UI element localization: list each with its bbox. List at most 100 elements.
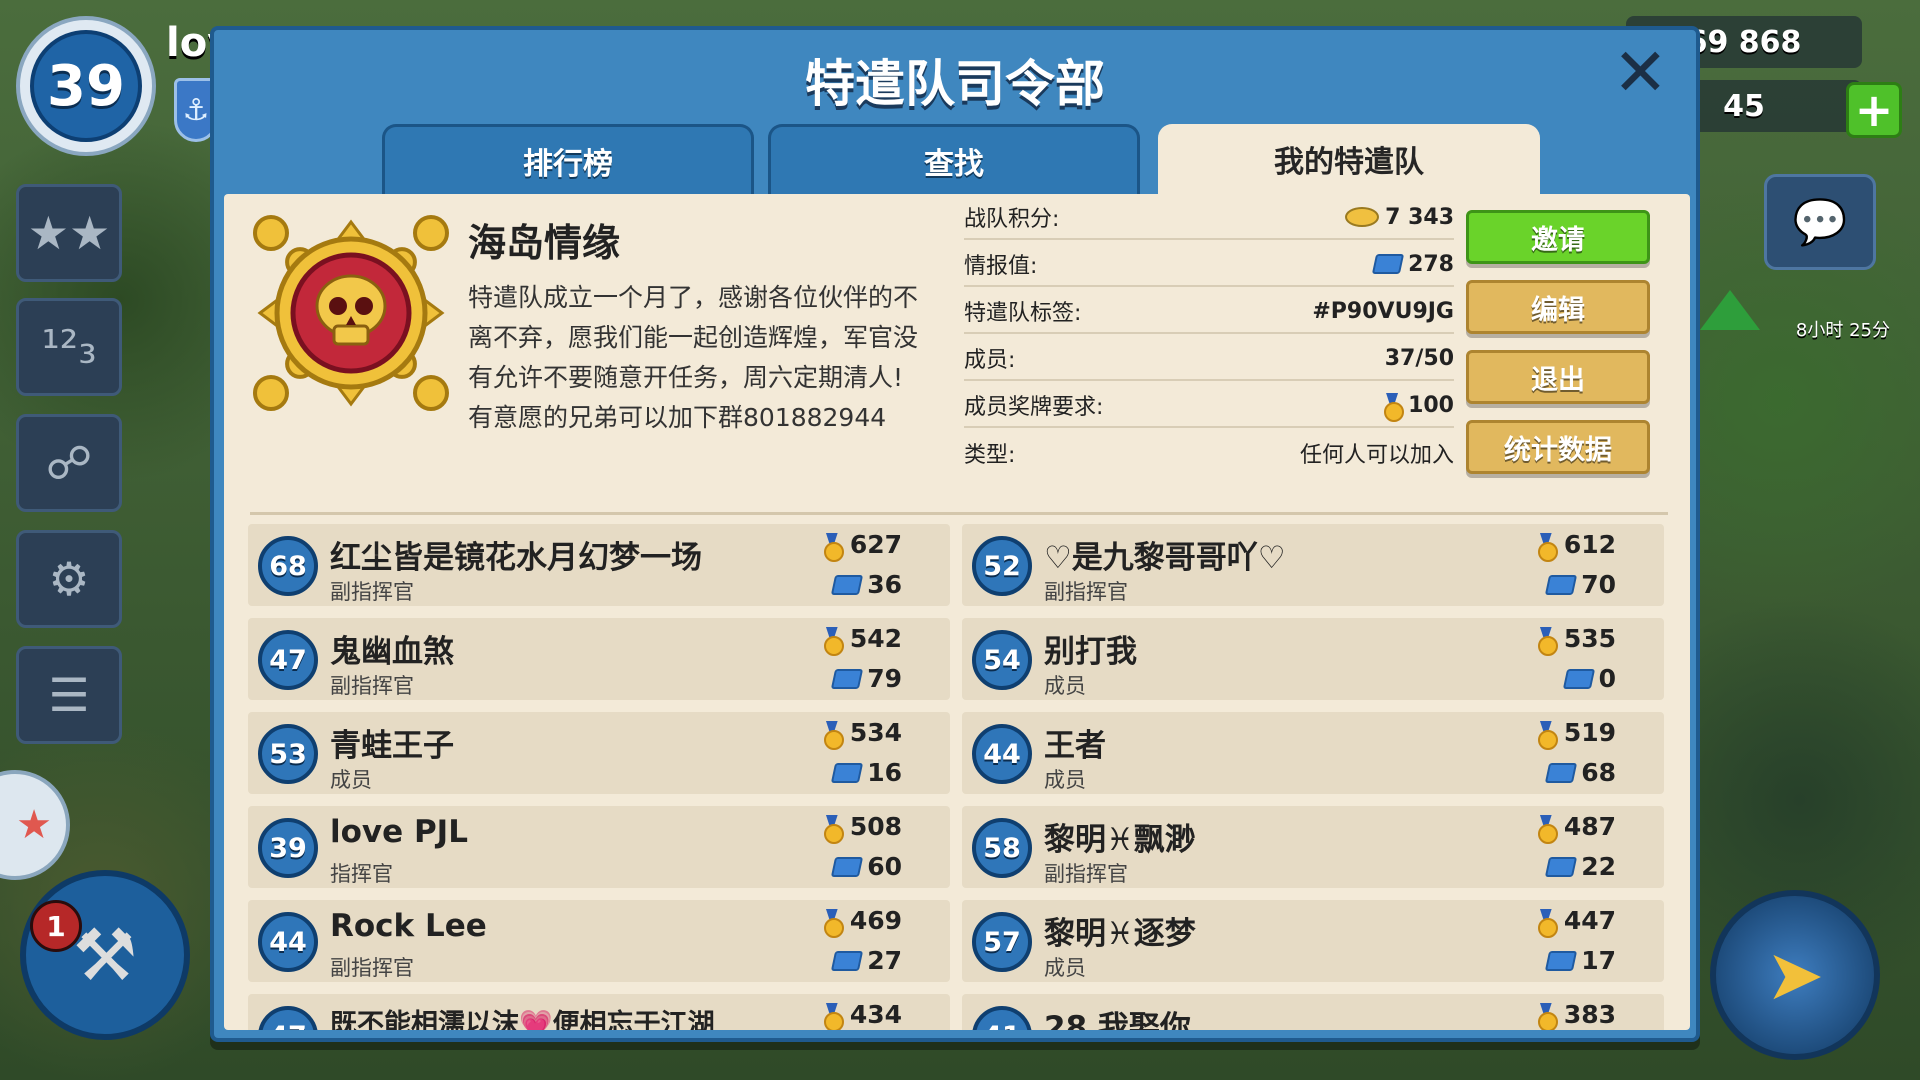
medal-icon [1536,909,1558,938]
intel-icon [1562,668,1595,689]
member-name: 青蛙王子 [330,728,454,764]
member-name: 28 我娶你 [1044,1010,1191,1030]
member-medals: 535 [1563,624,1616,653]
member-role: 成员 [1044,956,1086,980]
info-value: 7 343 [1385,204,1454,230]
member-row[interactable]: 53 青蛙王子 成员 534 16 [248,712,950,794]
member-role: 副指挥官 [1044,580,1128,604]
member-intel: 17 [1581,946,1616,975]
info-value: 100 [1408,392,1454,418]
builder-count-badge: 1 [30,900,82,952]
info-value: #P90VU9JG [1312,298,1454,324]
member-row[interactable]: 68 红尘皆是镜花水月幻梦一场 副指挥官 627 36 [248,524,950,606]
member-row[interactable]: 47 鬼幽血煞 副指挥官 542 79 [248,618,950,700]
member-level-badge: 68 [258,536,318,596]
medal-icon [1536,815,1558,844]
member-row[interactable]: 54 别打我 成员 535 0 [962,618,1664,700]
chat-icon[interactable]: 💬 [1764,174,1876,270]
intel-icon [1545,856,1578,877]
member-level-badge: 58 [972,818,1032,878]
upgrade-arrow-icon [1700,290,1760,330]
member-name: 鬼幽血煞 [330,634,454,670]
medal-icon [822,909,844,938]
statistics-button[interactable]: 统计数据 [1466,420,1650,474]
build-timer: 8小时 25分 [1795,320,1890,341]
member-row[interactable]: 47 既不能相濡以沫💗便相忘于江湖 434 [248,994,950,1030]
crew-description: 特遣队成立一个月了，感谢各位伙伴的不离不弃，愿我们能一起创造辉煌，军官没有允许不… [468,283,919,432]
member-row[interactable]: 58 黎明♓飘渺 副指挥官 487 22 [962,806,1664,888]
intel-icon [831,762,864,783]
member-level-badge: 44 [258,912,318,972]
settings-gear-icon[interactable]: ⚙ [16,530,122,628]
info-row-medal-requirement: 成员奖牌要求: 100 [964,384,1454,428]
crew-name: 海岛情缘 [468,221,621,265]
member-medals: 487 [1563,812,1616,841]
member-level-badge: 47 [258,630,318,690]
member-name: 别打我 [1044,634,1137,670]
ranking-123-icon[interactable]: ¹²₃ [16,298,122,396]
member-row[interactable]: 39 love PJL 指挥官 508 60 [248,806,950,888]
member-medals: 434 [849,1000,902,1029]
member-row[interactable]: 44 王者 成员 519 68 [962,712,1664,794]
member-medals: 534 [849,718,902,747]
info-label: 成员: [964,348,1016,373]
compass-map-icon[interactable]: ➤ [1710,890,1880,1060]
member-medals: 469 [849,906,902,935]
close-icon[interactable]: ✕ [1613,40,1668,106]
leaderboard-stars-icon[interactable]: ★★ [16,184,122,282]
tab-search[interactable]: 查找 [768,124,1140,194]
member-row[interactable]: 44 Rock Lee 副指挥官 469 27 [248,900,950,982]
member-intel: 60 [867,852,902,881]
member-medals: 447 [1563,906,1616,935]
section-divider [250,512,1668,515]
member-level-badge: 53 [258,724,318,784]
leave-button[interactable]: 退出 [1466,350,1650,404]
member-level-badge: 41 [972,1006,1032,1030]
member-role: 副指挥官 [330,674,414,698]
info-label: 成员奖牌要求: [964,395,1104,420]
my-task-force-content: 海岛情缘 特遣队成立一个月了，感谢各位伙伴的不离不弃，愿我们能一起创造辉煌，军官… [224,194,1690,1030]
member-role: 副指挥官 [1044,862,1128,886]
intel-icon [831,856,864,877]
medal-icon [1536,1003,1558,1030]
tab-my-task-force[interactable]: 我的特遣队 [1158,124,1540,194]
member-intel: 36 [867,570,902,599]
invite-button[interactable]: 邀请 [1466,210,1650,264]
intel-icon [1545,574,1578,595]
add-diamonds-button[interactable]: + [1846,82,1902,138]
member-row[interactable]: 41 28 我娶你 383 [962,994,1664,1030]
medal-icon [822,721,844,750]
newspaper-icon[interactable]: ☰ [16,646,122,744]
crew-emblem-skull-icon [253,215,449,411]
medal-icon [822,1003,844,1030]
player-level-frame[interactable]: 39 [16,16,156,156]
info-row-type: 类型: 任何人可以加入 [964,431,1454,475]
member-medals: 627 [849,530,902,559]
builder-hammer-icon[interactable]: ⚒ [20,870,190,1040]
member-medals: 542 [849,624,902,653]
member-role: 成员 [330,768,372,792]
member-name: 黎明♓逐梦 [1044,916,1196,952]
info-value: 37/50 [1384,345,1454,371]
info-label: 类型: [964,443,1016,468]
task-force-icon[interactable]: ☍ [16,414,122,512]
member-intel: 16 [867,758,902,787]
tab-leaderboard[interactable]: 排行榜 [382,124,754,194]
info-value: 278 [1408,251,1454,277]
member-intel: 70 [1581,570,1616,599]
member-medals: 508 [849,812,902,841]
member-row[interactable]: 52 ♡是九黎哥哥吖♡ 副指挥官 612 70 [962,524,1664,606]
intel-icon [1371,254,1405,274]
member-role: 成员 [1044,768,1086,792]
member-role: 成员 [1044,674,1086,698]
info-label: 特遣队标签: [964,301,1082,326]
member-row[interactable]: 57 黎明♓逐梦 成员 447 17 [962,900,1664,982]
member-role: 副指挥官 [330,580,414,604]
medal-icon [1536,533,1558,562]
edit-button[interactable]: 编辑 [1466,280,1650,334]
info-row-intel: 情报值: 278 [964,243,1454,287]
member-intel: 27 [867,946,902,975]
info-row-points: 战队积分: 7 343 [964,196,1454,240]
member-name: 王者 [1044,728,1106,764]
member-level-badge: 39 [258,818,318,878]
